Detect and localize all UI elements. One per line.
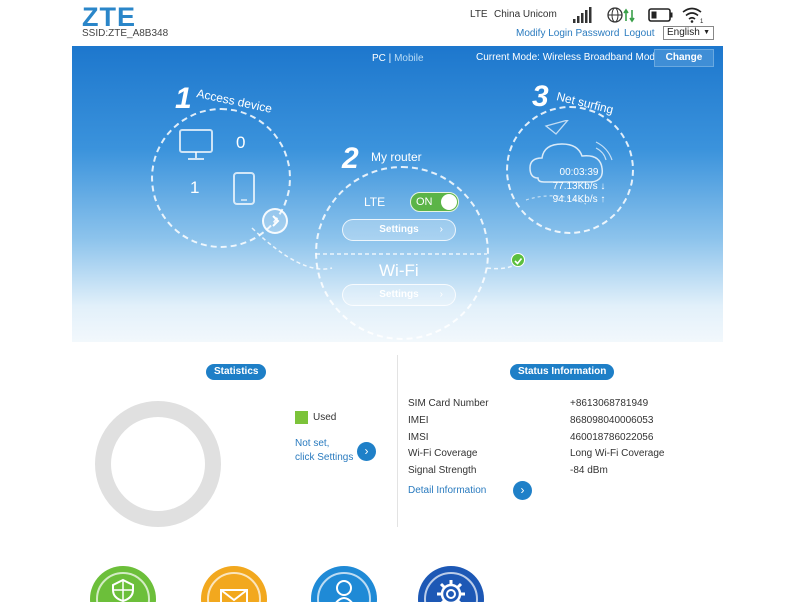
connection-duration: 00:03:39 [559,167,599,178]
connected-check-icon [511,253,525,267]
settings-shortcut[interactable] [418,566,484,602]
access-device-arrow-button[interactable] [262,208,288,234]
wifi-icon: 1 [682,7,704,24]
chevron-right-icon: › [520,483,525,497]
step2-number: 2 [342,142,359,175]
step2-label: My router [371,150,422,164]
svg-text:1: 1 [700,19,704,24]
status-info-badge: Status Information [510,364,615,380]
wifi-label: Wi-Fi [379,261,419,280]
chevron-right-icon: › [439,224,443,235]
network-type: LTE [470,9,488,20]
wifi-settings-button[interactable]: Settings › [342,284,456,306]
download-speed: 77.13Kb/s ↓ [552,181,606,192]
lte-toggle[interactable]: ON [410,192,459,212]
statistics-settings-button[interactable]: › [357,442,376,461]
lte-settings-button[interactable]: Settings › [342,219,456,241]
status-value-signal: -84 dBm [570,465,608,476]
not-set-line1: Not set, [295,438,330,449]
status-label-imsi: IMSI [408,432,429,443]
lte-label: LTE [364,195,386,209]
status-label-wifi-coverage: Wi-Fi Coverage [408,448,478,459]
sms-shortcut[interactable] [201,566,267,602]
phonebook-shortcut[interactable] [311,566,377,602]
language-select-value: English [667,27,700,38]
chevron-right-icon: › [364,444,369,458]
page: ZTE SSID:ZTE_A8B348 LTE China Unicom 1 M… [0,0,800,602]
pc-device-count: 0 [236,133,246,152]
carrier-name: China Unicom [494,9,557,20]
status-value-wifi-coverage: Long Wi-Fi Coverage [570,448,665,459]
gear-icon [437,580,465,602]
step1-number: 1 [175,82,192,115]
internet-connected-icon [607,7,635,23]
detail-information-link[interactable]: Detail Information [408,485,486,496]
not-set-settings-link[interactable]: Not set, click Settings [295,437,353,465]
step3-number: 3 [532,80,549,113]
shield-icon [112,578,134,602]
wifi-settings-label: Settings [379,289,419,300]
pc-monitor-icon [179,129,213,160]
lte-toggle-label: ON [416,196,433,208]
data-usage-donut [95,401,221,527]
modify-password-link[interactable]: Modify Login Password [516,28,619,39]
dropdown-arrow-icon: ▼ [703,29,710,36]
mail-icon [220,589,248,602]
status-label-signal: Signal Strength [408,465,477,476]
legend-used-label: Used [313,412,337,423]
mobile-phone-icon [233,172,255,205]
lte-settings-label: Settings [379,224,419,235]
status-value-imei: 868098040006053 [570,415,654,426]
status-label-sim: SIM Card Number [408,398,489,409]
battery-icon [648,8,673,22]
legend-used-swatch [295,411,308,424]
toggle-knob [441,194,457,210]
chevron-right-icon: › [439,289,443,300]
chevron-right-icon [272,215,280,227]
detail-information-button[interactable]: › [513,481,532,500]
status-value-imsi: 460018786022056 [570,432,654,443]
header: ZTE SSID:ZTE_A8B348 LTE China Unicom 1 M… [72,0,723,46]
firewall-shortcut[interactable] [90,566,156,602]
upload-speed: 94.14Kb/s ↑ [552,194,606,205]
mobile-device-count: 1 [190,178,200,197]
status-label-imei: IMEI [408,415,429,426]
ssid-label: SSID:ZTE_A8B348 [82,28,169,39]
language-select[interactable]: English ▼ [663,26,714,40]
logout-link[interactable]: Logout [624,28,655,39]
signal-strength-icon [573,7,592,23]
my-router-circle [315,166,489,340]
user-icon [335,580,353,602]
status-value-sim: +8613068781949 [570,398,649,409]
section-divider [397,355,398,527]
statistics-badge: Statistics [206,364,267,380]
not-set-line2: click Settings [295,452,354,463]
dashboard-banner: PC | Mobile Current Mode: Wireless Broad… [72,46,723,342]
